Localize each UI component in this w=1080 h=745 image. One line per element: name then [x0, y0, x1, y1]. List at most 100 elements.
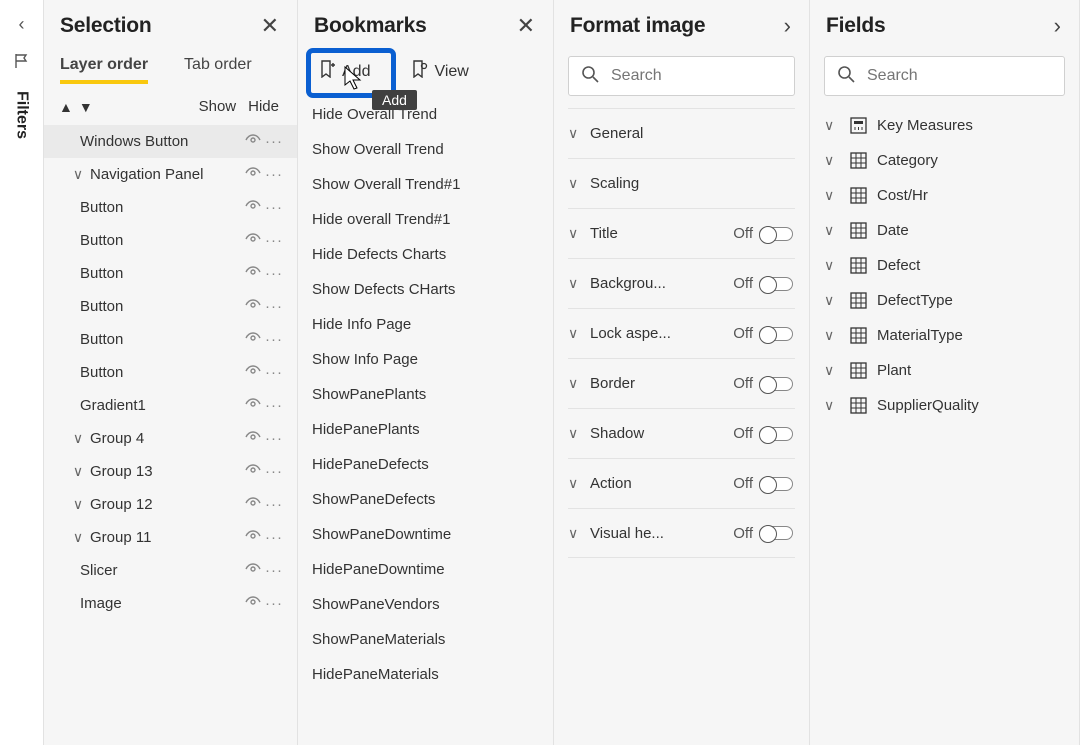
field-table-item[interactable]: ∨SupplierQuality [820, 388, 1069, 423]
toggle-switch[interactable] [759, 227, 793, 241]
field-table-item[interactable]: ∨Plant [820, 353, 1069, 388]
layer-item[interactable]: Button··· [44, 257, 297, 290]
layer-item[interactable]: Gradient1··· [44, 389, 297, 422]
visibility-icon[interactable] [245, 595, 265, 612]
tab-tab-order[interactable]: Tab order [184, 56, 252, 84]
format-section[interactable]: ∨General [568, 108, 795, 158]
layer-item[interactable]: Button··· [44, 356, 297, 389]
visibility-icon[interactable] [245, 199, 265, 216]
more-options-icon[interactable]: ··· [265, 430, 287, 447]
column-show-header[interactable]: Show [193, 98, 243, 115]
view-bookmark-button[interactable]: View [404, 56, 474, 87]
layer-item[interactable]: Button··· [44, 224, 297, 257]
visibility-icon[interactable] [245, 364, 265, 381]
bookmark-item[interactable]: Show Info Page [298, 342, 553, 377]
visibility-icon[interactable] [245, 232, 265, 249]
format-expand-chevron[interactable]: › [782, 15, 793, 37]
close-selection-button[interactable]: ✕ [259, 15, 281, 37]
bookmark-item[interactable]: Show Defects CHarts [298, 272, 553, 307]
visibility-icon[interactable] [245, 562, 265, 579]
toggle-switch[interactable] [759, 526, 793, 540]
more-options-icon[interactable]: ··· [265, 364, 287, 381]
add-bookmark-button[interactable]: Add [312, 56, 376, 87]
move-down-button[interactable]: ▼ [76, 99, 96, 115]
layer-item[interactable]: Button··· [44, 323, 297, 356]
bookmark-item[interactable]: Hide overall Trend#1 [298, 202, 553, 237]
field-table-item[interactable]: ∨Defect [820, 248, 1069, 283]
more-options-icon[interactable]: ··· [265, 133, 287, 150]
fields-search[interactable] [824, 56, 1065, 96]
visibility-icon[interactable] [245, 133, 265, 150]
field-table-item[interactable]: ∨MaterialType [820, 318, 1069, 353]
more-options-icon[interactable]: ··· [265, 496, 287, 513]
toggle-switch[interactable] [759, 327, 793, 341]
format-section[interactable]: ∨Lock aspe...Off [568, 308, 795, 358]
bookmark-item[interactable]: ShowPaneMaterials [298, 622, 553, 657]
more-options-icon[interactable]: ··· [265, 232, 287, 249]
format-section[interactable]: ∨Visual he...Off [568, 508, 795, 558]
format-section[interactable]: ∨TitleOff [568, 208, 795, 258]
visibility-icon[interactable] [245, 265, 265, 282]
toggle-switch[interactable] [759, 477, 793, 491]
bookmark-item[interactable]: ShowPanePlants [298, 377, 553, 412]
visibility-icon[interactable] [245, 529, 265, 546]
more-options-icon[interactable]: ··· [265, 529, 287, 546]
field-table-item[interactable]: ∨Date [820, 213, 1069, 248]
field-table-item[interactable]: ∨Category [820, 143, 1069, 178]
fields-search-input[interactable] [865, 66, 1052, 86]
field-table-item[interactable]: ∨Cost/Hr [820, 178, 1069, 213]
field-table-item[interactable]: ∨DefectType [820, 283, 1069, 318]
format-section[interactable]: ∨Backgrou...Off [568, 258, 795, 308]
move-up-button[interactable]: ▲ [56, 99, 76, 115]
more-options-icon[interactable]: ··· [265, 199, 287, 216]
layer-item[interactable]: Windows Button··· [44, 125, 297, 158]
format-section[interactable]: ∨ShadowOff [568, 408, 795, 458]
bookmark-item[interactable]: ShowPaneVendors [298, 587, 553, 622]
column-hide-header[interactable]: Hide [242, 98, 285, 115]
bookmark-item[interactable]: ShowPaneDefects [298, 482, 553, 517]
more-options-icon[interactable]: ··· [265, 562, 287, 579]
bookmark-item[interactable]: Hide Defects Charts [298, 237, 553, 272]
bookmark-item[interactable]: HidePaneDowntime [298, 552, 553, 587]
visibility-icon[interactable] [245, 397, 265, 414]
format-search[interactable] [568, 56, 795, 96]
visibility-icon[interactable] [245, 166, 265, 183]
bookmark-item[interactable]: Hide Info Page [298, 307, 553, 342]
layer-item[interactable]: ∨Group 12··· [44, 488, 297, 521]
more-options-icon[interactable]: ··· [265, 463, 287, 480]
layer-item[interactable]: Slicer··· [44, 554, 297, 587]
visibility-icon[interactable] [245, 430, 265, 447]
visibility-icon[interactable] [245, 331, 265, 348]
toggle-switch[interactable] [759, 377, 793, 391]
more-options-icon[interactable]: ··· [265, 331, 287, 348]
more-options-icon[interactable]: ··· [265, 595, 287, 612]
more-options-icon[interactable]: ··· [265, 298, 287, 315]
expand-filters-chevron[interactable]: ‹ [19, 14, 25, 35]
close-bookmarks-button[interactable]: ✕ [515, 15, 537, 37]
more-options-icon[interactable]: ··· [265, 265, 287, 282]
filters-rail-label[interactable]: Filters [13, 91, 31, 139]
tab-layer-order[interactable]: Layer order [60, 56, 148, 84]
layer-item[interactable]: Image··· [44, 587, 297, 620]
layer-item[interactable]: Button··· [44, 290, 297, 323]
bookmark-item[interactable]: ShowPaneDowntime [298, 517, 553, 552]
bookmark-item[interactable]: HidePaneDefects [298, 447, 553, 482]
layer-item[interactable]: ∨Navigation Panel··· [44, 158, 297, 191]
toggle-switch[interactable] [759, 277, 793, 291]
fields-expand-chevron[interactable]: › [1052, 15, 1063, 37]
visibility-icon[interactable] [245, 463, 265, 480]
format-section[interactable]: ∨Scaling [568, 158, 795, 208]
visibility-icon[interactable] [245, 298, 265, 315]
bookmark-item[interactable]: Show Overall Trend [298, 132, 553, 167]
layer-item[interactable]: Button··· [44, 191, 297, 224]
bookmark-item[interactable]: Hide Overall Trend [298, 97, 553, 132]
layer-item[interactable]: ∨Group 4··· [44, 422, 297, 455]
format-search-input[interactable] [609, 66, 782, 86]
layer-item[interactable]: ∨Group 11··· [44, 521, 297, 554]
more-options-icon[interactable]: ··· [265, 397, 287, 414]
bookmark-item[interactable]: HidePaneMaterials [298, 657, 553, 692]
format-section[interactable]: ∨BorderOff [568, 358, 795, 408]
format-section[interactable]: ∨ActionOff [568, 458, 795, 508]
visibility-icon[interactable] [245, 496, 265, 513]
more-options-icon[interactable]: ··· [265, 166, 287, 183]
